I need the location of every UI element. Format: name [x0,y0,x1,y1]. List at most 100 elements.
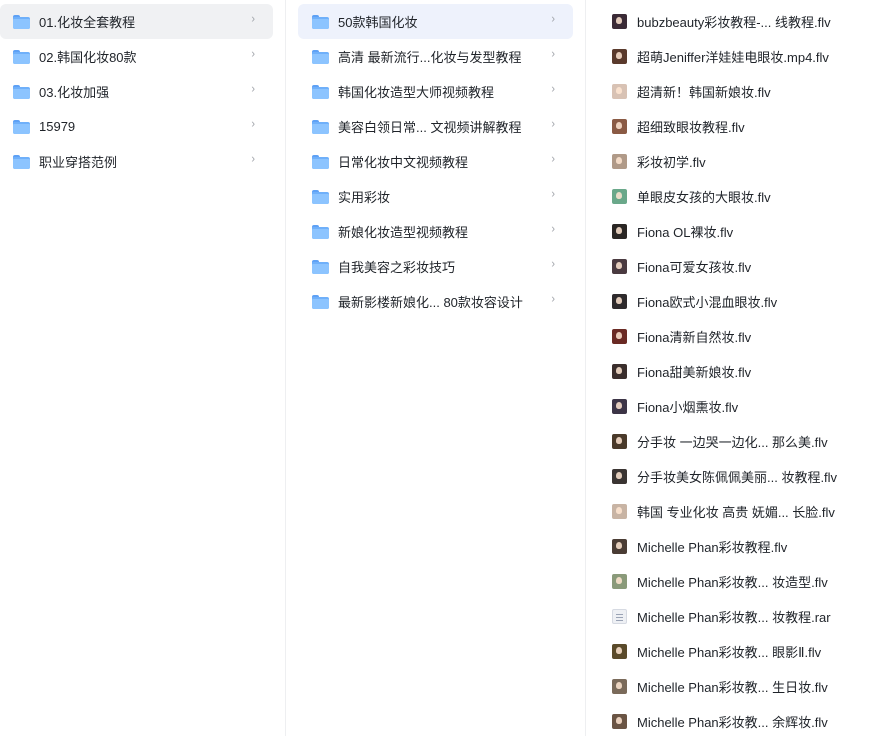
file-name: Fiona欧式小混血眼妆.flv [637,295,778,310]
folder-item[interactable]: 50款韩国化妆 › [298,4,573,39]
chevron-right-icon: › [551,187,555,201]
folder-item[interactable]: 美容白领日常... 文视频讲解教程 › [298,109,573,144]
file-item[interactable]: Fiona小烟熏妆.flv [598,389,870,424]
chevron-right-icon: › [551,292,555,306]
chevron-right-icon: › [251,82,255,96]
folder-name: 01.化妆全套教程 [39,15,136,30]
file-item[interactable]: 韩国 专业化妆 高贵 妩媚... 长脸.flv [598,494,870,529]
folder-icon [13,14,30,29]
video-thumbnail-icon [612,329,627,344]
folder-name: 职业穿搭范例 [39,155,118,170]
chevron-right-icon: › [251,47,255,61]
file-item[interactable]: 超细致眼妆教程.flv [598,109,870,144]
chevron-right-icon: › [251,152,255,166]
video-thumbnail-icon [612,504,627,519]
folder-name: 韩国化妆造型大师视频教程 [338,85,495,100]
video-thumbnail-icon [612,679,627,694]
file-item[interactable]: 彩妆初学.flv [598,144,870,179]
file-name: Fiona OL裸妆.flv [637,225,734,240]
column-2[interactable]: 50款韩国化妆 › 高清 最新流行...化妆与发型教程 › 韩国化妆造型大师视频教程 › 美… [286,0,586,736]
file-item[interactable]: Michelle Phan彩妆教... 生日妆.flv [598,669,870,704]
file-name: Michelle Phan彩妆教程.flv [637,540,788,555]
folder-item[interactable]: 最新影楼新娘化... 80款妆容设计 › [298,284,573,319]
chevron-right-icon: › [551,222,555,236]
file-name: 分手妆 一边哭一边化... 那么美.flv [637,435,828,450]
file-item[interactable]: bubzbeauty彩妆教程-... 线教程.flv [598,4,870,39]
file-item[interactable]: 分手妆美女陈佩佩美丽... 妆教程.flv [598,459,870,494]
folder-item[interactable]: 实用彩妆 › [298,179,573,214]
video-thumbnail-icon [612,434,627,449]
file-name: 分手妆美女陈佩佩美丽... 妆教程.flv [637,470,838,485]
column-3[interactable]: bubzbeauty彩妆教程-... 线教程.flv 超萌Jeniffer洋娃娃电… [586,0,870,736]
file-item[interactable]: Michelle Phan彩妆教... 眼影Ⅱ.flv [598,634,870,669]
video-thumbnail-icon [612,294,627,309]
folder-item[interactable]: 15979 › [0,109,273,144]
folder-icon [13,49,30,64]
file-name: 超萌Jeniffer洋娃娃电眼妆.mp4.flv [637,50,829,65]
file-name: 单眼皮女孩的大眼妆.flv [637,190,771,205]
folder-item[interactable]: 韩国化妆造型大师视频教程 › [298,74,573,109]
video-thumbnail-icon [612,84,627,99]
file-name: 超清新！韩国新娘妆.flv [637,85,771,100]
video-thumbnail-icon [612,119,627,134]
file-item[interactable]: Michelle Phan彩妆教... 妆造型.flv [598,564,870,599]
file-item[interactable]: 超清新！韩国新娘妆.flv [598,74,870,109]
folder-name: 02.韩国化妆80款 [39,50,137,65]
folder-item[interactable]: 高清 最新流行...化妆与发型教程 › [298,39,573,74]
folder-icon [312,119,329,134]
chevron-right-icon: › [551,257,555,271]
video-thumbnail-icon [612,49,627,64]
folder-item[interactable]: 新娘化妆造型视频教程 › [298,214,573,249]
folder-item[interactable]: 02.韩国化妆80款 › [0,39,273,74]
folder-name: 美容白领日常... 文视频讲解教程 [338,120,522,135]
chevron-right-icon: › [551,117,555,131]
file-item[interactable]: Fiona OL裸妆.flv [598,214,870,249]
chevron-right-icon: › [551,47,555,61]
file-item[interactable]: 分手妆 一边哭一边化... 那么美.flv [598,424,870,459]
file-item[interactable]: Michelle Phan彩妆教... 妆教程.rar [598,599,870,634]
folder-icon [312,259,329,274]
file-name: Fiona清新自然妆.flv [637,330,752,345]
file-item[interactable]: Fiona甜美新娘妆.flv [598,354,870,389]
chevron-right-icon: › [551,12,555,26]
folder-item[interactable]: 03.化妆加强 › [0,74,273,109]
folder-icon [312,189,329,204]
file-item[interactable]: Fiona可爱女孩妆.flv [598,249,870,284]
folder-name: 最新影楼新娘化... 80款妆容设计 [338,295,523,310]
folder-name: 高清 最新流行...化妆与发型教程 [338,50,522,65]
folder-icon [312,84,329,99]
video-thumbnail-icon [612,399,627,414]
column-1[interactable]: 01.化妆全套教程 › 02.韩国化妆80款 › 03.化妆加强 › 15979 › 职业穿搭范… [0,0,286,736]
file-item[interactable]: 超萌Jeniffer洋娃娃电眼妆.mp4.flv [598,39,870,74]
folder-item[interactable]: 职业穿搭范例 › [0,144,273,179]
chevron-right-icon: › [551,82,555,96]
file-name: Michelle Phan彩妆教... 眼影Ⅱ.flv [637,645,822,660]
file-item[interactable]: Michelle Phan彩妆教程.flv [598,529,870,564]
folder-icon [312,14,329,29]
folder-item[interactable]: 01.化妆全套教程 › [0,4,273,39]
folder-name: 50款韩国化妆 [338,15,418,30]
folder-name: 03.化妆加强 [39,85,110,100]
video-thumbnail-icon [612,574,627,589]
folder-icon [13,84,30,99]
folder-name: 新娘化妆造型视频教程 [338,225,469,240]
file-item[interactable]: Fiona清新自然妆.flv [598,319,870,354]
file-name: Michelle Phan彩妆教... 生日妆.flv [637,680,828,695]
folder-name: 日常化妆中文视频教程 [338,155,469,170]
file-item[interactable]: Michelle Phan彩妆教... 余辉妆.flv [598,704,870,736]
video-thumbnail-icon [612,189,627,204]
chevron-right-icon: › [551,152,555,166]
chevron-right-icon: › [251,12,255,26]
file-name: Michelle Phan彩妆教... 妆教程.rar [637,610,831,625]
video-thumbnail-icon [612,714,627,729]
folder-item[interactable]: 自我美容之彩妆技巧 › [298,249,573,284]
folder-name: 自我美容之彩妆技巧 [338,260,456,275]
file-item[interactable]: Fiona欧式小混血眼妆.flv [598,284,870,319]
folder-icon [13,154,30,169]
video-thumbnail-icon [612,539,627,554]
column-browser: 01.化妆全套教程 › 02.韩国化妆80款 › 03.化妆加强 › 15979 › 职业穿搭范… [0,0,870,736]
file-name: Michelle Phan彩妆教... 妆造型.flv [637,575,828,590]
file-item[interactable]: 单眼皮女孩的大眼妆.flv [598,179,870,214]
folder-item[interactable]: 日常化妆中文视频教程 › [298,144,573,179]
file-name: 彩妆初学.flv [637,155,706,170]
